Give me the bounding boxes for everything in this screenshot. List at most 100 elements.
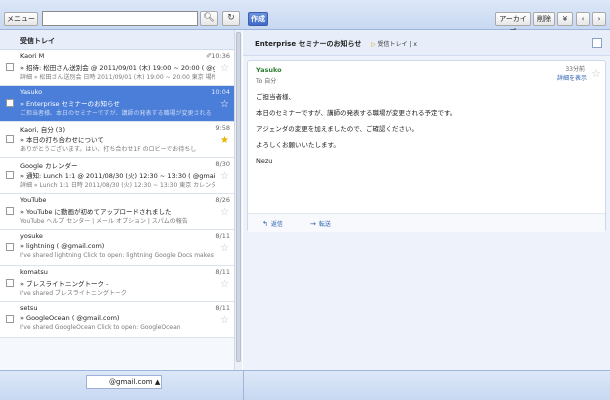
select-checkbox[interactable] — [6, 171, 14, 179]
message-sender: Yasuko — [20, 88, 43, 96]
recipient-line: To 自分 — [256, 78, 277, 85]
scrollbar-thumb[interactable] — [236, 32, 241, 362]
body-paragraph: Nezu — [256, 157, 273, 165]
search-button[interactable]: 🔍︎ — [200, 11, 218, 26]
bottom-bar: @gmail.com ▲ — [0, 370, 610, 400]
archive-button[interactable]: アーカイブ — [495, 12, 531, 36]
message-subject: » YouTube に動画が初めてアップロードされました — [20, 208, 172, 216]
chevron-right-icon: › — [597, 15, 601, 23]
message-snippet: I've shared lightning Click to open: lig… — [20, 252, 215, 259]
refresh-icon: ↻ — [227, 13, 235, 23]
message-row[interactable]: Kaori, 自分 (3) 9:58 » 本日の打ち合わせについてありがとうございま… — [0, 122, 234, 158]
message-snippet: YouTube ヘルプ センター | メール オプション | スパムの報告 — [20, 218, 188, 225]
reading-header: Enterprise セミナーのお知らせ ▷ 受信トレイ | x — [243, 30, 610, 56]
message-sender: setsu — [20, 304, 38, 312]
message-row[interactable]: yosuke 8/11 » lightning ( @gmail.com) I've … — [0, 230, 234, 266]
message-subject: » Enterprise セミナーのお知らせ — [20, 100, 120, 108]
body-paragraph: 本日のセミナーですが、講師の発表する職場が変更される予定です。 — [256, 109, 457, 117]
message-subject: » GoogleOcean ( @gmail.com) — [20, 314, 120, 322]
menu-button[interactable]: メニュー — [4, 12, 38, 26]
show-details-link[interactable]: 詳細を表示 — [557, 73, 587, 82]
body-paragraph: よろしくお願いいたします。 — [256, 141, 340, 149]
compose-button[interactable]: 作成 — [248, 12, 268, 26]
message-date: 8/11 — [215, 268, 230, 276]
forward-label: 転送 — [318, 221, 331, 228]
search-input[interactable] — [42, 11, 198, 26]
message-list: Kaori M ✐ 10:36» 招待: 松田さん送別会 @ 2011/09/01 … — [0, 50, 234, 338]
folder-title: 受信トレイ — [0, 30, 234, 50]
message-date: 8/11 — [215, 304, 230, 312]
account-switcher[interactable]: @gmail.com ▲ — [86, 375, 162, 389]
message-date: 10:36 — [211, 52, 230, 60]
search-icon: 🔍︎ — [203, 13, 215, 23]
message-snippet: 詳細 » 松田さん送別会 日時 2011/09/01 (木) 19:00 ~ 2… — [20, 74, 215, 81]
forward-icon: → — [310, 220, 316, 228]
refresh-button[interactable]: ↻ — [222, 11, 240, 26]
star-icon[interactable]: ☆ — [220, 280, 229, 290]
message-snippet: 詳細 » Lunch 1:1 日時 2011/08/30 (火) 12:30 ~… — [20, 182, 215, 189]
message-row[interactable]: Yasuko 10:04 » Enterprise セミナーのお知らせご担当者様、本… — [0, 86, 234, 122]
select-checkbox[interactable] — [6, 315, 14, 323]
message-date: 8/26 — [215, 196, 230, 204]
message-snippet: I've shared ブレスライトニングトーク — [20, 290, 127, 297]
star-icon[interactable]: ★ — [220, 136, 229, 146]
star-icon[interactable]: ☆ — [220, 208, 229, 218]
message-sender: Kaori, 自分 (3) — [20, 126, 65, 134]
next-button[interactable]: › — [592, 12, 606, 26]
message-date: 8/30 — [215, 160, 230, 168]
popout-icon[interactable] — [592, 38, 602, 48]
reading-pane: Enterprise セミナーのお知らせ ▷ 受信トレイ | x Yasuko … — [243, 30, 610, 370]
message-date: 8/11 — [215, 232, 230, 240]
message-date: 9:58 — [215, 124, 230, 132]
message-list-pane: 受信トレイ Kaori M ✐ 10:36» 招待: 松田さん送別会 @ 2011/… — [0, 30, 242, 370]
select-checkbox[interactable] — [6, 207, 14, 215]
body-paragraph: ご担当者様、 — [256, 93, 295, 101]
star-icon[interactable]: ☆ — [220, 172, 229, 182]
reply-label: 返信 — [270, 221, 283, 228]
sender-name[interactable]: Yasuko — [256, 66, 282, 74]
inbox-label-chip[interactable]: ▷ 受信トレイ | x — [371, 39, 417, 48]
message-time: 33分前 — [565, 66, 585, 73]
more-button[interactable]: ¥ — [557, 12, 573, 26]
star-icon[interactable]: ☆ — [220, 316, 229, 326]
message-row[interactable]: komatsu 8/11 » ブレスライトニングトーク - I've shared ブ… — [0, 266, 234, 302]
star-icon[interactable]: ☆ — [220, 244, 229, 254]
reply-icon: ↰ — [262, 220, 268, 228]
forward-button[interactable]: → 転送 — [310, 219, 331, 228]
delete-button[interactable]: 削除 — [533, 12, 555, 26]
message-snippet: I've shared GoogleOcean Click to open: G… — [20, 324, 181, 331]
message-row[interactable]: YouTube 8/26 » YouTube に動画が初めてアップロードされました Y… — [0, 194, 234, 230]
select-checkbox[interactable] — [6, 99, 14, 107]
select-checkbox[interactable] — [6, 279, 14, 287]
inbox-label-text: 受信トレイ | x — [377, 41, 417, 48]
message-row[interactable]: setsu 8/11 » GoogleOcean ( @gmail.com) I've… — [0, 302, 234, 338]
star-icon[interactable]: ☆ — [220, 100, 229, 110]
message-card: Yasuko To 自分 33分前 詳細を表示 ☆ ご担当者様、本日のセミナーで… — [247, 60, 606, 232]
message-snippet: ありがとうございます。はい、打ち合わせ1F のロビーでお待ちし — [20, 146, 197, 153]
message-subject: » ブレスライトニングトーク - — [20, 280, 109, 288]
select-checkbox[interactable] — [6, 135, 14, 143]
message-date: 10:04 — [211, 88, 230, 96]
message-body: ご担当者様、本日のセミナーですが、講師の発表する職場が変更される予定です。 アジェ… — [256, 93, 586, 173]
select-checkbox[interactable] — [6, 63, 14, 71]
body-paragraph: アジェンダの変更を加えましたので、ご確認ください。 — [256, 125, 418, 133]
message-subject: » 招待: 松田さん送別会 @ 2011/09/01 (木) 19:00 ~ 2… — [20, 64, 215, 72]
message-sender: Google カレンダー — [20, 162, 78, 170]
pane-divider — [243, 370, 244, 400]
message-sender: yosuke — [20, 232, 43, 240]
message-sender: komatsu — [20, 268, 48, 276]
message-subject: » 本日の打ち合わせについて — [20, 136, 104, 144]
star-icon[interactable]: ☆ — [591, 67, 601, 80]
reply-button[interactable]: ↰ 返信 — [262, 219, 283, 228]
message-row[interactable]: Google カレンダー 8/30» 通知: Lunch 1:1 @ 2011/0… — [0, 158, 234, 194]
top-toolbar: メニュー 🔍︎ ↻ 作成 アーカイブ 削除 ¥ ‹ › — [0, 0, 610, 36]
message-snippet: ご担当者様、本日のセミナーですが、講師の発表する職場が変更される — [20, 110, 212, 117]
message-row[interactable]: Kaori M ✐ 10:36» 招待: 松田さん送別会 @ 2011/09/01 … — [0, 50, 234, 86]
message-subject: » lightning ( @gmail.com) — [20, 242, 105, 250]
star-icon[interactable]: ☆ — [220, 64, 229, 74]
importance-icon: ▷ — [371, 41, 376, 48]
message-sender: Kaori M — [20, 52, 45, 60]
scrollbar[interactable] — [234, 30, 242, 370]
prev-button[interactable]: ‹ — [576, 12, 590, 26]
select-checkbox[interactable] — [6, 243, 14, 251]
